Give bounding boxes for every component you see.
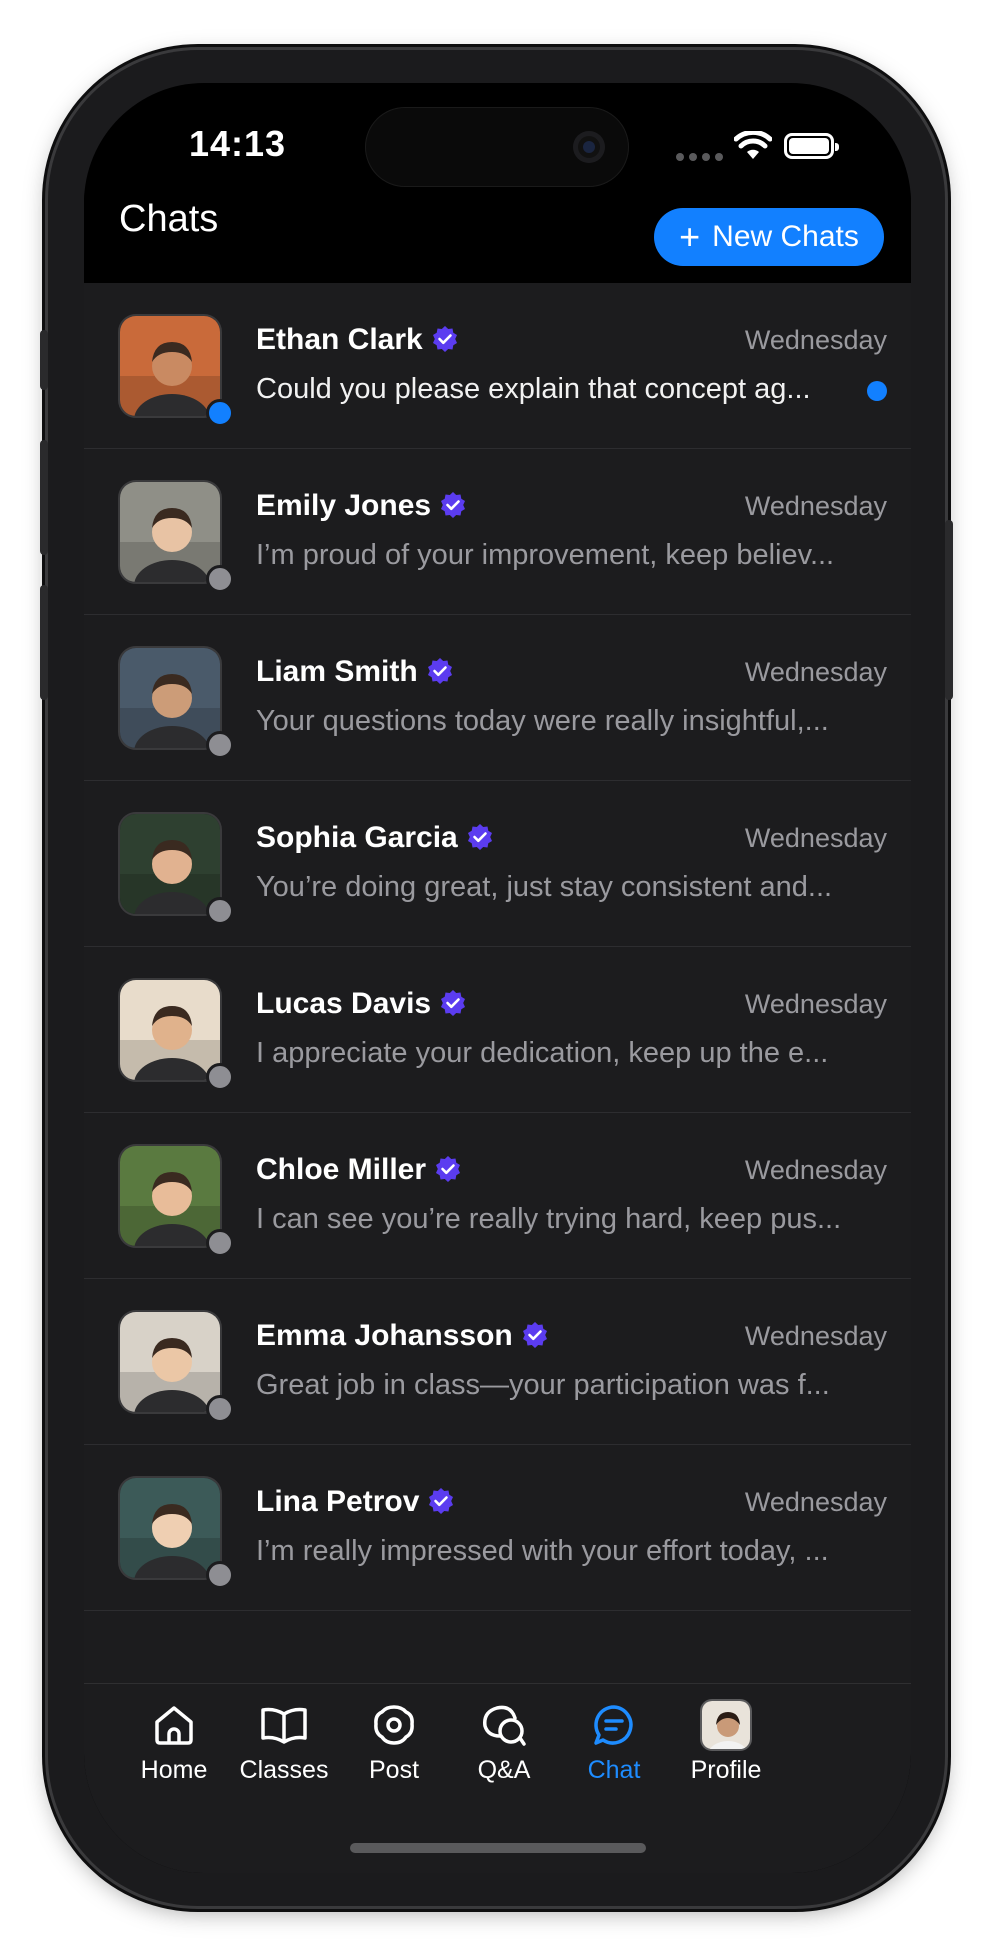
chat-list: Ethan Clark Wednesday Could you please exp… <box>84 283 911 1693</box>
tab-profile[interactable]: Profile <box>661 1699 791 1785</box>
status-time: 14:13 <box>189 123 287 164</box>
chat-preview: I’m proud of your improvement, keep beli… <box>256 539 835 571</box>
screen: 14:13 Chats + New Chats Ethan Clark Wedne… <box>84 83 911 1873</box>
online-status-dot <box>206 399 234 427</box>
chat-timestamp: Wednesday <box>744 1487 887 1517</box>
chat-timestamp: Wednesday <box>744 325 887 355</box>
battery-icon <box>784 133 839 159</box>
avatar[interactable] <box>118 978 222 1082</box>
chat-row[interactable]: Liam Smith Wednesday Your questions today … <box>84 615 911 781</box>
verified-badge-icon <box>429 1488 454 1514</box>
chat-row[interactable]: Lucas Davis Wednesday I appreciate your de… <box>84 947 911 1113</box>
verified-badge-icon <box>432 326 457 352</box>
new-chat-button[interactable]: + New Chats <box>654 208 884 266</box>
power-button <box>945 520 953 700</box>
chat-preview: Could you please explain that concept ag… <box>256 373 811 405</box>
chat-name: Sophia Garcia <box>256 821 494 855</box>
chat-row[interactable]: Chloe Miller Wednesday I can see you’re re… <box>84 1113 911 1279</box>
new-chat-label: New Chats <box>712 220 859 253</box>
offline-status-dot <box>206 897 234 925</box>
chat-preview: I’m really impressed with your effort to… <box>256 1535 829 1567</box>
chat-name: Lucas Davis <box>256 987 467 1021</box>
verified-badge-icon <box>441 990 466 1016</box>
chat-preview: You’re doing great, just stay consistent… <box>256 871 833 903</box>
chat-timestamp: Wednesday <box>744 1321 887 1351</box>
chat-name: Emily Jones <box>256 489 467 523</box>
volume-down-button <box>40 585 48 700</box>
chat-preview: Great job in class—your participation wa… <box>256 1369 830 1401</box>
verified-badge-icon <box>427 658 452 684</box>
chat-preview: I appreciate your dedication, keep up th… <box>256 1037 829 1069</box>
chat-name: Ethan Clark <box>256 323 459 357</box>
avatar[interactable] <box>118 646 222 750</box>
chat-preview: I can see you’re really trying hard, kee… <box>256 1203 842 1235</box>
avatar[interactable] <box>118 1310 222 1414</box>
offline-status-dot <box>206 1561 234 1589</box>
verified-badge-icon <box>441 492 466 518</box>
chat-row[interactable]: Lina Petrov Wednesday I’m really impressed… <box>84 1445 911 1611</box>
mute-switch <box>40 330 48 390</box>
plus-icon: + <box>679 216 701 257</box>
chat-timestamp: Wednesday <box>744 657 887 687</box>
page-title: Chats <box>119 198 219 240</box>
avatar[interactable] <box>118 314 222 418</box>
chat-timestamp: Wednesday <box>744 823 887 853</box>
home-indicator[interactable] <box>350 1843 646 1853</box>
chat-preview: Your questions today were really insight… <box>256 705 829 737</box>
tab-chat[interactable]: Chat <box>549 1700 679 1785</box>
avatar[interactable] <box>118 1476 222 1580</box>
tab-label: Profile <box>690 1756 762 1784</box>
chat-name: Emma Johansson <box>256 1319 549 1353</box>
chat-name: Lina Petrov <box>256 1485 455 1519</box>
profile-avatar <box>661 1699 791 1751</box>
chat-row[interactable]: Emma Johansson Wednesday Great job in clas… <box>84 1279 911 1445</box>
chat-row[interactable]: Ethan Clark Wednesday Could you please exp… <box>84 283 911 449</box>
chat-name: Chloe Miller <box>256 1153 462 1187</box>
offline-status-dot <box>206 565 234 593</box>
cellular-signal-icon <box>676 153 723 161</box>
offline-status-dot <box>206 1229 234 1257</box>
chat-name: Liam Smith <box>256 655 454 689</box>
offline-status-dot <box>206 731 234 759</box>
chat-timestamp: Wednesday <box>744 1155 887 1185</box>
tab-label: Chat <box>587 1756 641 1784</box>
dynamic-island <box>365 107 629 187</box>
verified-badge-icon <box>522 1322 547 1348</box>
avatar[interactable] <box>118 480 222 584</box>
offline-status-dot <box>206 1395 234 1423</box>
offline-status-dot <box>206 1063 234 1091</box>
verified-badge-icon <box>436 1156 461 1182</box>
avatar[interactable] <box>118 812 222 916</box>
verified-badge-icon <box>467 824 492 850</box>
unread-indicator <box>867 381 887 401</box>
chat-timestamp: Wednesday <box>744 491 887 521</box>
wifi-icon <box>734 131 772 159</box>
volume-up-button <box>40 440 48 555</box>
avatar[interactable] <box>118 1144 222 1248</box>
chat-timestamp: Wednesday <box>744 989 887 1019</box>
chat-row[interactable]: Sophia Garcia Wednesday You’re doing great… <box>84 781 911 947</box>
status-bar: 14:13 <box>84 83 911 193</box>
chat-icon <box>549 1700 679 1750</box>
camera-icon <box>573 131 605 163</box>
chat-row[interactable]: Emily Jones Wednesday I’m proud of your im… <box>84 449 911 615</box>
